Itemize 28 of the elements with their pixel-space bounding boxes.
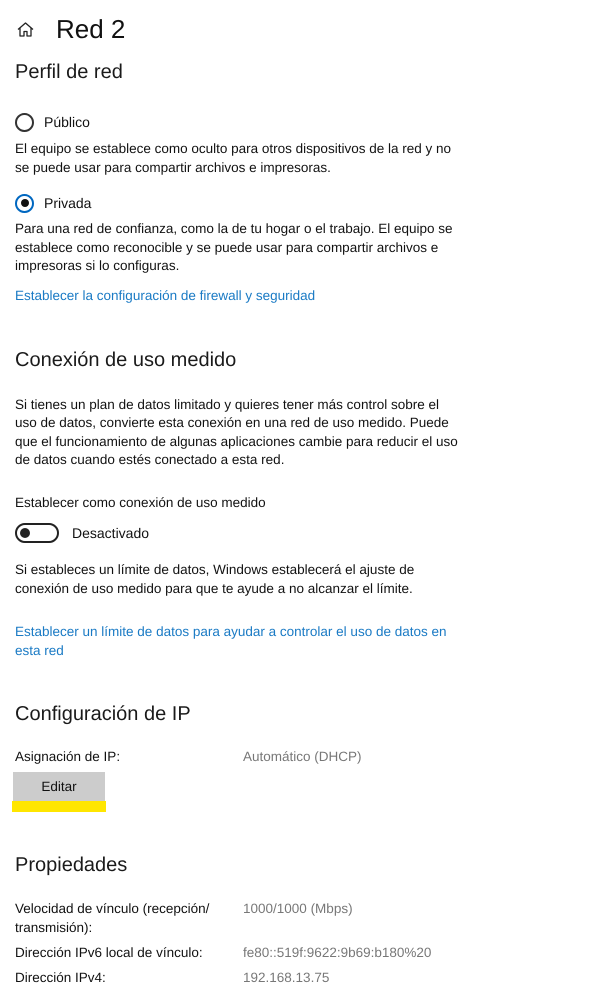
radio-button[interactable]: [15, 194, 34, 213]
section-heading: Perfil de red: [15, 60, 124, 85]
metered-description: Si tienes un plan de datos limitado y quieres tener más control sobre el uso de datos, convierte esta conexión en una red de uso medido. Puede que el funcionamiento de algunas aplicaciones cambie para reducir el uso de datos cuando estés conectado a esta red.: [15, 396, 459, 470]
radio-label[interactable]: Público: [44, 112, 90, 132]
edit-button[interactable]: Editar: [13, 772, 105, 802]
page-title: Red 2: [56, 14, 126, 44]
property-label: Dirección IPv6 local de vínculo:: [15, 944, 204, 962]
property-value: fe80::519f:9622:9b69:b180%20: [243, 944, 432, 962]
property-label: Asignación de IP:: [15, 748, 122, 766]
section-heading: Configuración de IP: [15, 702, 192, 728]
data-limit-link[interactable]: Establecer un límite de datos para ayudar a controlar el uso de datos en esta red: [15, 623, 460, 660]
data-limit-note: Si estableces un límite de datos, Windows establecerá el ajuste de conexión de uso medido para que te ayude a no alcanzar el límite.: [15, 560, 416, 598]
toggle-state-text: Desactivado: [72, 524, 150, 543]
toggle-switch[interactable]: [15, 522, 59, 543]
property-value: 192.168.13.75: [243, 969, 330, 988]
property-label: Velocidad de vínculo (recepción/transmisión):: [15, 900, 210, 938]
property-label: Dirección IPv4:: [15, 969, 107, 988]
section-heading: Conexión de uso medido: [15, 348, 238, 373]
option-description: El equipo se establece como oculto para otros dispositivos de la red y no se puede usar para compartir archivos e impresoras.: [15, 140, 452, 177]
property-value: 1000/1000 (Mbps): [243, 900, 354, 918]
radio-label[interactable]: Privada: [44, 193, 92, 214]
home-icon[interactable]: [17, 22, 34, 36]
property-value: Automático (DHCP): [243, 748, 363, 766]
toggle-label: Establecer como conexión de uso medido: [15, 494, 267, 512]
radio-button[interactable]: [15, 112, 34, 132]
firewall-settings-link[interactable]: Establecer la configuración de firewall y seguridad: [15, 286, 460, 306]
section-heading: Propiedades: [15, 853, 128, 878]
option-description: Para una red de confianza, como la de tu hogar o el trabajo. El equipo se establece como reconocible y se puede usar para compartir archivos e impresoras si lo configuras.: [15, 220, 454, 276]
